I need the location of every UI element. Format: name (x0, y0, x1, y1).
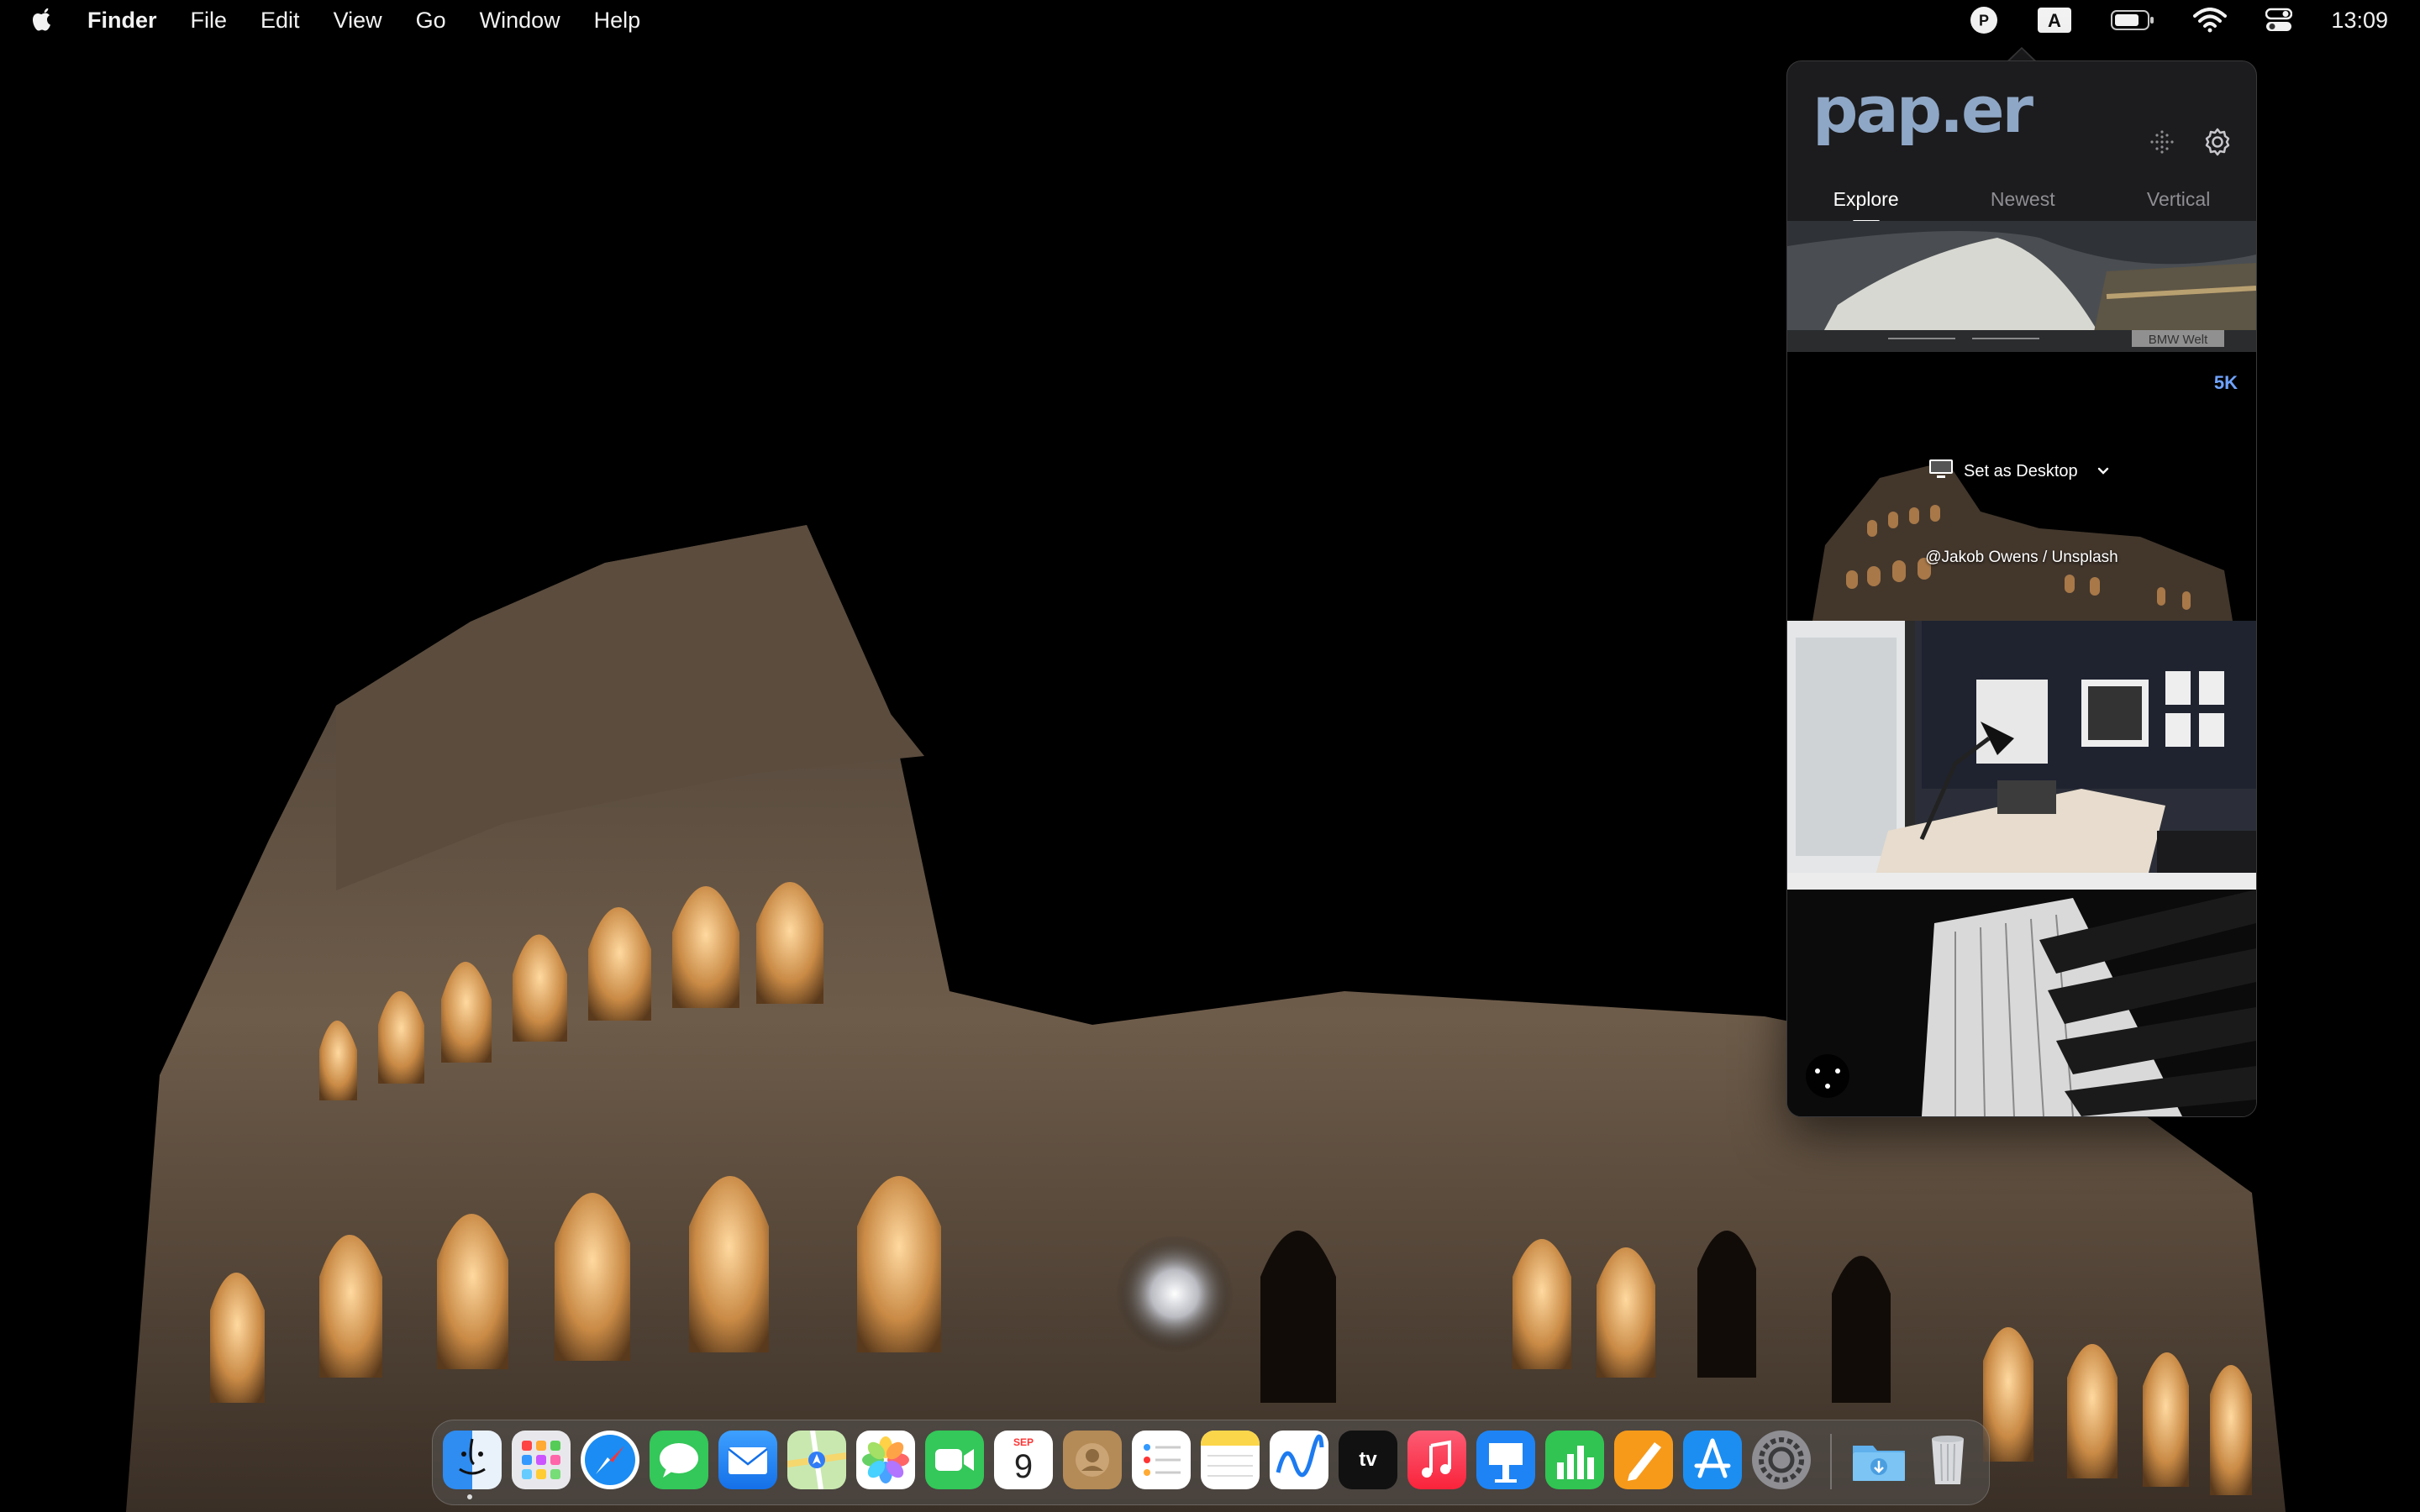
calendar-day: 9 (1013, 1448, 1034, 1485)
menu-bar: Finder File Edit View Go Window Help P A… (0, 0, 2420, 40)
menu-clock[interactable]: 13:09 (2331, 8, 2388, 34)
bmw-welt-thumbnail: BMW Welt (1787, 221, 2256, 352)
tab-vertical[interactable]: Vertical (2139, 183, 2218, 216)
set-as-desktop-button[interactable]: Set as Desktop (1928, 456, 2110, 486)
app-store-icon[interactable] (1683, 1431, 1742, 1489)
architecture-thumbnail (1787, 890, 2256, 1116)
menu-edit[interactable]: Edit (260, 8, 300, 34)
input-source-letter: A (2048, 10, 2061, 31)
mail-icon[interactable] (718, 1431, 777, 1489)
tv-icon[interactable]: tv (1339, 1431, 1397, 1489)
tab-newest[interactable]: Newest (1982, 183, 2064, 216)
battery-icon[interactable] (2111, 9, 2154, 31)
facetime-icon[interactable] (925, 1431, 984, 1489)
paper-app-icon[interactable]: P (1970, 6, 1998, 34)
maps-icon[interactable] (787, 1431, 846, 1489)
menu-view[interactable]: View (334, 8, 382, 34)
tab-explore[interactable]: Explore (1825, 183, 1907, 223)
wallpaper-card-colosseum[interactable]: 5K Set as Desktop @Jakob Owens / Unsplas… (1787, 352, 2256, 621)
safari-icon[interactable] (581, 1431, 639, 1489)
input-source-icon[interactable]: A (2037, 7, 2072, 34)
menu-help[interactable]: Help (594, 8, 641, 34)
dock-separator (1830, 1434, 1832, 1489)
wifi-icon[interactable] (2193, 8, 2228, 33)
resolution-badge: 5K (2213, 372, 2238, 393)
menu-go[interactable]: Go (416, 8, 446, 34)
paper-app-icon-letter: P (1979, 13, 1989, 29)
launchpad-icon[interactable] (512, 1431, 571, 1489)
system-settings-icon[interactable] (1752, 1431, 1811, 1489)
messages-icon[interactable] (650, 1431, 708, 1489)
apple-logo-icon[interactable] (30, 7, 54, 34)
pages-icon[interactable] (1614, 1431, 1673, 1489)
dots-grid-icon[interactable] (2149, 129, 2175, 160)
freeform-icon[interactable] (1270, 1431, 1328, 1489)
finder-running-indicator (467, 1494, 472, 1499)
tab-bar: Explore Newest Vertical (1787, 177, 2256, 223)
photo-credit[interactable]: @Jakob Owens / Unsplash (1787, 549, 2256, 567)
gear-icon[interactable] (2202, 127, 2233, 161)
contacts-icon[interactable] (1063, 1431, 1122, 1489)
music-icon[interactable] (1407, 1431, 1466, 1489)
downloads-folder-icon[interactable] (1849, 1431, 1908, 1489)
loading-spinner-icon (1804, 1053, 1851, 1104)
menu-window[interactable]: Window (480, 8, 560, 34)
bmw-welt-caption: BMW Welt (2149, 333, 2208, 347)
colosseum-thumbnail (1787, 352, 2256, 621)
paper-logo: pap.er (1812, 72, 2033, 147)
calendar-month: SEP (1013, 1436, 1034, 1448)
office-thumbnail (1787, 621, 2256, 890)
monitor-icon (1928, 459, 1954, 484)
finder-icon[interactable] (443, 1431, 502, 1489)
calendar-icon[interactable]: SEP 9 (994, 1431, 1053, 1489)
reminders-icon[interactable] (1132, 1431, 1191, 1489)
wallpaper-card-office[interactable] (1787, 621, 2256, 890)
trash-icon[interactable] (1918, 1431, 1977, 1489)
wallpaper-feed[interactable]: BMW Welt 5K Set as Desktop @Jakob Owens … (1787, 221, 2256, 1116)
numbers-icon[interactable] (1545, 1431, 1604, 1489)
set-as-desktop-label: Set as Desktop (1964, 461, 2078, 480)
dock: SEP 9 tv (432, 1420, 1990, 1505)
photos-icon[interactable] (856, 1431, 915, 1489)
wallpaper-card-architecture[interactable] (1787, 890, 2256, 1116)
keynote-icon[interactable] (1476, 1431, 1535, 1489)
wallpaper-card-bmw-welt[interactable]: BMW Welt (1787, 221, 2256, 352)
menu-file[interactable]: File (191, 8, 228, 34)
paper-popover: pap.er Explore Newest Vertical BMW Welt … (1786, 60, 2257, 1117)
control-center-icon[interactable] (2265, 8, 2293, 33)
notes-icon[interactable] (1201, 1431, 1260, 1489)
menu-app-name[interactable]: Finder (87, 8, 157, 34)
chevron-down-icon[interactable] (2096, 462, 2110, 481)
